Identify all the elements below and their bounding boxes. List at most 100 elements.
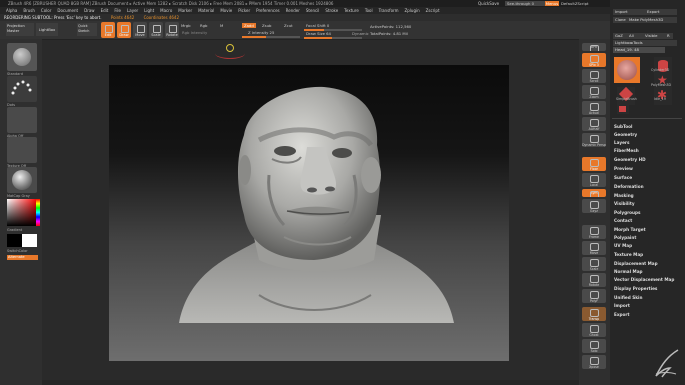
texture-selector[interactable]	[7, 137, 37, 163]
make-polymesh-button[interactable]: Make PolyMesh3D	[627, 17, 677, 23]
menu-preferences[interactable]: Preferences	[256, 8, 280, 13]
menu-stencil[interactable]: Stencil	[306, 8, 320, 13]
menu-edit[interactable]: Edit	[101, 8, 109, 13]
xpose-button[interactable]: Xpose	[582, 355, 606, 369]
gxyz-button[interactable]: Gxyz	[582, 199, 606, 213]
menu-movie[interactable]: Movie	[220, 8, 232, 13]
main-color-swatch[interactable]	[7, 234, 22, 247]
scroll-button[interactable]: Scroll	[582, 69, 606, 83]
color-picker[interactable]	[7, 199, 37, 226]
menu-zscript[interactable]: Zscript	[426, 8, 440, 13]
tool-thumb-simplebrush[interactable]	[617, 86, 635, 105]
switch-color-button[interactable]: SwitchColor	[7, 249, 28, 253]
menu-tool[interactable]: Tool	[365, 8, 373, 13]
menu-marker[interactable]: Marker	[178, 8, 192, 13]
mrgb-button[interactable]: Mrgb	[181, 23, 191, 28]
local-button[interactable]: Local	[582, 173, 606, 187]
z-intensity-slider[interactable]: Z Intensity 25	[248, 30, 274, 35]
export-button[interactable]: Export	[645, 9, 677, 15]
goz-visible-button[interactable]: Visible	[643, 33, 665, 39]
draw-button[interactable]: Draw	[117, 22, 131, 38]
brush-selector[interactable]	[7, 43, 37, 71]
subpalette-export[interactable]: Export	[614, 312, 630, 317]
frame-button[interactable]: Frame	[582, 225, 606, 239]
goz-r-button[interactable]: R	[665, 33, 673, 39]
subpalette-geometry[interactable]: Geometry	[614, 132, 637, 137]
clone-button[interactable]: Clone	[613, 17, 627, 23]
menu-picker[interactable]: Picker	[238, 8, 250, 13]
zadd-button[interactable]: Zadd	[242, 23, 256, 28]
menu-stroke[interactable]: Stroke	[325, 8, 338, 13]
quicksave-button[interactable]: QuickSave	[478, 1, 499, 6]
import-button[interactable]: Import	[613, 9, 645, 15]
current-tool-slider[interactable]: Head_19. 48	[613, 47, 665, 53]
polyf-button[interactable]: PolyF	[582, 289, 606, 303]
rgb-button[interactable]: Rgb	[200, 23, 207, 28]
subpalette-contact[interactable]: Contact	[614, 218, 632, 223]
menu-layer[interactable]: Layer	[127, 8, 138, 13]
scale-view-button[interactable]: Scale	[582, 257, 606, 271]
move-view-button[interactable]: Move	[582, 241, 606, 255]
goz-button[interactable]: GoZ	[613, 33, 627, 39]
rotate-view-button[interactable]: Rotate	[582, 273, 606, 287]
edit-button[interactable]: Edit	[101, 22, 115, 38]
subpalette-polygroups[interactable]: Polygroups	[614, 210, 641, 215]
menu-material[interactable]: Material	[198, 8, 214, 13]
spix-button[interactable]: SPix 3	[582, 53, 606, 67]
sym-button[interactable]: Sym	[582, 189, 606, 197]
document-canvas[interactable]	[109, 65, 509, 361]
solo-button[interactable]: Solo	[582, 339, 606, 353]
persp-button[interactable]: Dynamic Persp	[582, 133, 606, 147]
subpalette-import[interactable]: Import	[614, 303, 630, 308]
move-button[interactable]: Move	[133, 22, 147, 38]
subpalette-unified-skin[interactable]: Unified Skin	[614, 295, 642, 300]
ghost-button[interactable]: Ghost	[582, 323, 606, 337]
subpalette-polypaint[interactable]: Polypaint	[614, 235, 636, 240]
tool-thumb-extra[interactable]	[617, 104, 629, 114]
projection-master-button[interactable]: Projection Master	[6, 23, 34, 36]
scale-button[interactable]: Scale	[149, 22, 163, 38]
subpalette-morph-target[interactable]: Morph Target	[614, 227, 646, 232]
subpalette-layers[interactable]: Layers	[614, 140, 630, 145]
default-zscript-button[interactable]: DefaultZScript	[561, 1, 589, 6]
subpalette-displacement-map[interactable]: Displacement Map	[614, 261, 658, 266]
menu-macro[interactable]: Macro	[160, 8, 172, 13]
transp-button[interactable]: Transp	[582, 307, 606, 321]
m-button[interactable]: M	[220, 23, 223, 28]
lightbox-button[interactable]: LightBox	[36, 23, 58, 36]
menu-file[interactable]: File	[114, 8, 121, 13]
menu-draw[interactable]: Draw	[84, 8, 94, 13]
zcut-button[interactable]: Zcut	[284, 23, 293, 28]
menu-brush[interactable]: Brush	[23, 8, 35, 13]
subpalette-preview[interactable]: Preview	[614, 166, 633, 171]
see-through-slider[interactable]: See-through 0	[505, 1, 545, 6]
subpalette-uv-map[interactable]: UV Map	[614, 243, 632, 248]
hue-strip[interactable]	[36, 199, 40, 226]
menu-light[interactable]: Light	[144, 8, 154, 13]
menu-render[interactable]: Render	[286, 8, 300, 13]
subpalette-subtool[interactable]: SubTool	[614, 124, 632, 129]
alternate-button[interactable]: Alternate	[7, 255, 38, 260]
secondary-color-swatch[interactable]	[22, 234, 37, 247]
lightbox-tools-button[interactable]: Lightbox▸Tools	[613, 40, 677, 46]
subpalette-deformation[interactable]: Deformation	[614, 184, 644, 189]
bpr-button[interactable]: BPR	[582, 43, 606, 51]
menu-alpha[interactable]: Alpha	[6, 8, 17, 13]
zsub-button[interactable]: Zsub	[262, 23, 271, 28]
floor-button[interactable]: Floor	[582, 157, 606, 171]
aahalf-button[interactable]: AAHalf	[582, 117, 606, 131]
draw-size-slider[interactable]: Draw Size 64	[306, 31, 331, 36]
zoom-button[interactable]: Zoom	[582, 85, 606, 99]
subpalette-geometry-hd[interactable]: Geometry HD	[614, 157, 646, 162]
menu-color[interactable]: Color	[41, 8, 51, 13]
dynamic-button[interactable]: Dynamic	[352, 31, 369, 36]
subpalette-normal-map[interactable]: Normal Map	[614, 269, 643, 274]
menu-texture[interactable]: Texture	[344, 8, 359, 13]
actual-button[interactable]: Actual	[582, 101, 606, 115]
subpalette-vector-displacement-map[interactable]: Vector Displacement Map	[614, 277, 674, 282]
menu-transform[interactable]: Transform	[379, 8, 399, 13]
subpalette-visibility[interactable]: Visibility	[614, 201, 635, 206]
rotate-button[interactable]: Rotate	[165, 22, 179, 38]
subpalette-fibermesh[interactable]: FiberMesh	[614, 148, 639, 153]
rgb-intensity-slider[interactable]: Rgb Intensity	[182, 30, 207, 35]
